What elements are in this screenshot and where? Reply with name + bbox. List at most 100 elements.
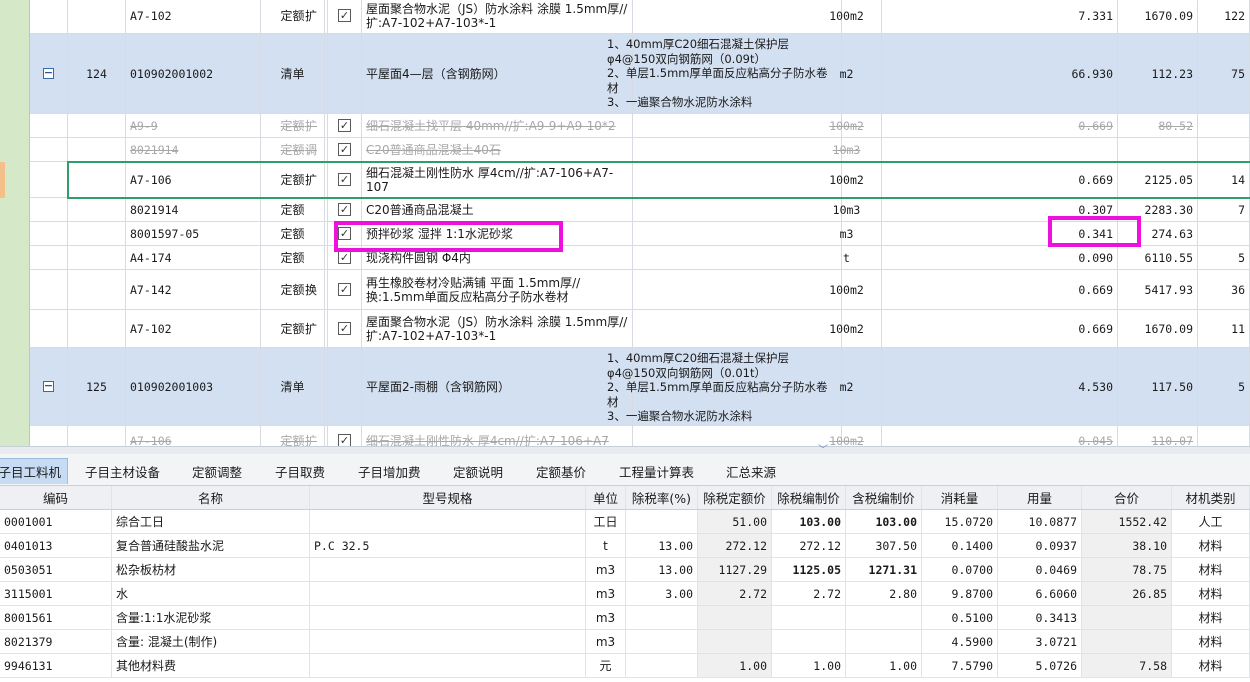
cell-code[interactable]: 3115001 [0,582,112,605]
table-row[interactable]: 0401013 复合普通硅酸盐水泥 P.C 32.5 t 13.00 272.12 272.… [0,534,1250,558]
table-row[interactable]: 8021379 含量: 混凝土(制作) m3 4.5900 3.0721 材料 [0,630,1250,654]
cell-unit[interactable]: 元 [586,654,626,677]
cell-unit[interactable]: m3 [586,558,626,581]
cell-gross-price[interactable] [846,630,922,653]
cell-usage[interactable]: 0.3413 [998,606,1082,629]
row-checkbox[interactable]: ✓ [338,143,351,156]
column-header-code[interactable]: 编码 [0,486,112,509]
cell-base-price[interactable]: 1127.29 [698,558,772,581]
cell-code[interactable]: 0001001 [0,510,112,533]
cell-consumption[interactable]: 7.5790 [922,654,998,677]
cell-spec[interactable] [310,654,586,677]
cell-name[interactable]: 含量:1:1水泥砂浆 [112,606,310,629]
cell-gross-price[interactable] [846,606,922,629]
cell-usage[interactable]: 0.0937 [998,534,1082,557]
table-row[interactable]: 3115001 水 m3 3.00 2.72 2.72 2.80 9.8700 6.6060 26… [0,582,1250,606]
cell-usage[interactable]: 3.0721 [998,630,1082,653]
row-checkbox[interactable]: ✓ [338,119,351,132]
panel-splitter[interactable]: ﹀ [0,446,1250,456]
tab-quota-notes[interactable]: 定额说明 [453,458,503,484]
tab-main-materials[interactable]: 子目主材设备 [85,458,160,484]
row-checkbox[interactable]: ✓ [338,9,351,22]
column-header-tax-rate[interactable]: 除税率(%) [626,486,698,509]
column-header-gross-price[interactable]: 含税编制价 [846,486,922,509]
row-checkbox[interactable]: ✓ [338,251,351,264]
cell-consumption[interactable]: 0.0700 [922,558,998,581]
cell-unit[interactable]: m3 [586,582,626,605]
cell-usage[interactable]: 6.6060 [998,582,1082,605]
column-header-net-price[interactable]: 除税编制价 [772,486,846,509]
quota-row[interactable]: 8001597-05 定额 ✓ 预拌砂浆 湿拌 1:1水泥砂浆 m3 0.341 274.6… [30,222,1250,246]
cell-net-price[interactable]: 1125.05 [772,558,846,581]
cell-tax-rate[interactable]: 13.00 [626,558,698,581]
cell-name[interactable]: 综合工日 [112,510,310,533]
column-header-name[interactable]: 名称 [112,486,310,509]
collapse-icon[interactable]: − [43,67,54,79]
cell-consumption[interactable]: 0.5100 [922,606,998,629]
cell-spec[interactable] [310,606,586,629]
cell-gross-price[interactable]: 103.00 [846,510,922,533]
cell-spec[interactable] [310,510,586,533]
quota-row[interactable]: A7-102 定额扩 ✓ 屋面聚合物水泥（JS）防水涂料 涂膜 1.5mm厚//扩:A… [30,310,1250,348]
column-header-category[interactable]: 材机类别 [1172,486,1250,509]
quota-row[interactable]: A4-174 定额 ✓ 现浇构件圆钢 Φ4内 t 0.090 6110.55 5 [30,246,1250,270]
tab-additional-fees[interactable]: 子目增加费 [358,458,421,484]
cell-unit[interactable]: m3 [586,606,626,629]
tab-labor-materials[interactable]: 子目工料机 [0,458,68,484]
cell-category[interactable]: 材料 [1172,654,1250,677]
cell-unit[interactable]: m3 [586,630,626,653]
cell-tax-rate[interactable] [626,510,698,533]
cell-net-price[interactable] [772,606,846,629]
cell-name[interactable]: 复合普通硅酸盐水泥 [112,534,310,557]
row-checkbox[interactable]: ✓ [338,434,351,446]
quota-row[interactable]: A7-106 定额扩 ✓ 细石混凝土刚性防水 厚4cm//扩:A7-106+A7 100… [30,426,1250,446]
table-row[interactable]: 0503051 松杂板枋材 m3 13.00 1127.29 1125.05 1271.31… [0,558,1250,582]
cell-base-price[interactable]: 2.72 [698,582,772,605]
cell-category[interactable]: 材料 [1172,606,1250,629]
cell-net-price[interactable] [772,630,846,653]
cell-net-price[interactable]: 272.12 [772,534,846,557]
cell-usage[interactable]: 5.0726 [998,654,1082,677]
row-checkbox[interactable]: ✓ [338,203,351,216]
cell-gross-price[interactable]: 307.50 [846,534,922,557]
table-row[interactable]: 8001561 含量:1:1水泥砂浆 m3 0.5100 0.3413 材料 [0,606,1250,630]
cell-tax-rate[interactable]: 3.00 [626,582,698,605]
cell-consumption[interactable]: 9.8700 [922,582,998,605]
cell-unit[interactable]: 工日 [586,510,626,533]
quota-row[interactable]: A7-102 定额扩 ✓ 屋面聚合物水泥（JS）防水涂料 涂膜 1.5mm厚//扩:A… [30,0,1250,34]
cell-base-price[interactable] [698,606,772,629]
cell-usage[interactable]: 0.0469 [998,558,1082,581]
cell-gross-price[interactable]: 2.80 [846,582,922,605]
column-header-base-price[interactable]: 除税定额价 [698,486,772,509]
tab-base-price[interactable]: 定额基价 [536,458,586,484]
cell-consumption[interactable]: 0.1400 [922,534,998,557]
cell-spec[interactable]: P.C 32.5 [310,534,586,557]
cell-spec[interactable] [310,630,586,653]
cell-gross-price[interactable]: 1271.31 [846,558,922,581]
column-header-usage[interactable]: 用量 [998,486,1082,509]
cell-base-price[interactable]: 1.00 [698,654,772,677]
cell-base-price[interactable]: 272.12 [698,534,772,557]
cell-category[interactable]: 材料 [1172,558,1250,581]
cell-category[interactable]: 人工 [1172,510,1250,533]
cell-tax-rate[interactable] [626,654,698,677]
column-header-consumption[interactable]: 消耗量 [922,486,998,509]
cell-base-price[interactable] [698,630,772,653]
cell-name[interactable]: 松杂板枋材 [112,558,310,581]
quota-row[interactable]: 8021914 定额调 ✓ C20普通商品混凝土40石 10m3 [30,138,1250,162]
cell-amount[interactable]: 38.10 [1082,534,1172,557]
bill-item-row[interactable]: −124 010902001002 清单 平屋面4—层（含钢筋网） 1、40mm厚C20… [30,34,1250,114]
cell-name[interactable]: 其他材料费 [112,654,310,677]
cell-code[interactable]: 0503051 [0,558,112,581]
cell-net-price[interactable]: 1.00 [772,654,846,677]
cell-tax-rate[interactable]: 13.00 [626,534,698,557]
row-checkbox[interactable]: ✓ [338,227,351,240]
quota-row[interactable]: A7-106 定额扩 ✓ 细石混凝土刚性防水 厚4cm//扩:A7-106+A7-10… [30,162,1250,198]
cell-net-price[interactable]: 103.00 [772,510,846,533]
cell-code[interactable]: 8001561 [0,606,112,629]
bill-item-row[interactable]: −125 010902001003 清单 平屋面2-雨棚（含钢筋网） 1、40mm厚C2… [30,348,1250,426]
cell-category[interactable]: 材料 [1172,534,1250,557]
table-row[interactable]: 0001001 综合工日 工日 51.00 103.00 103.00 15.0720 10.… [0,510,1250,534]
cell-unit[interactable]: t [586,534,626,557]
cell-name[interactable]: 水 [112,582,310,605]
